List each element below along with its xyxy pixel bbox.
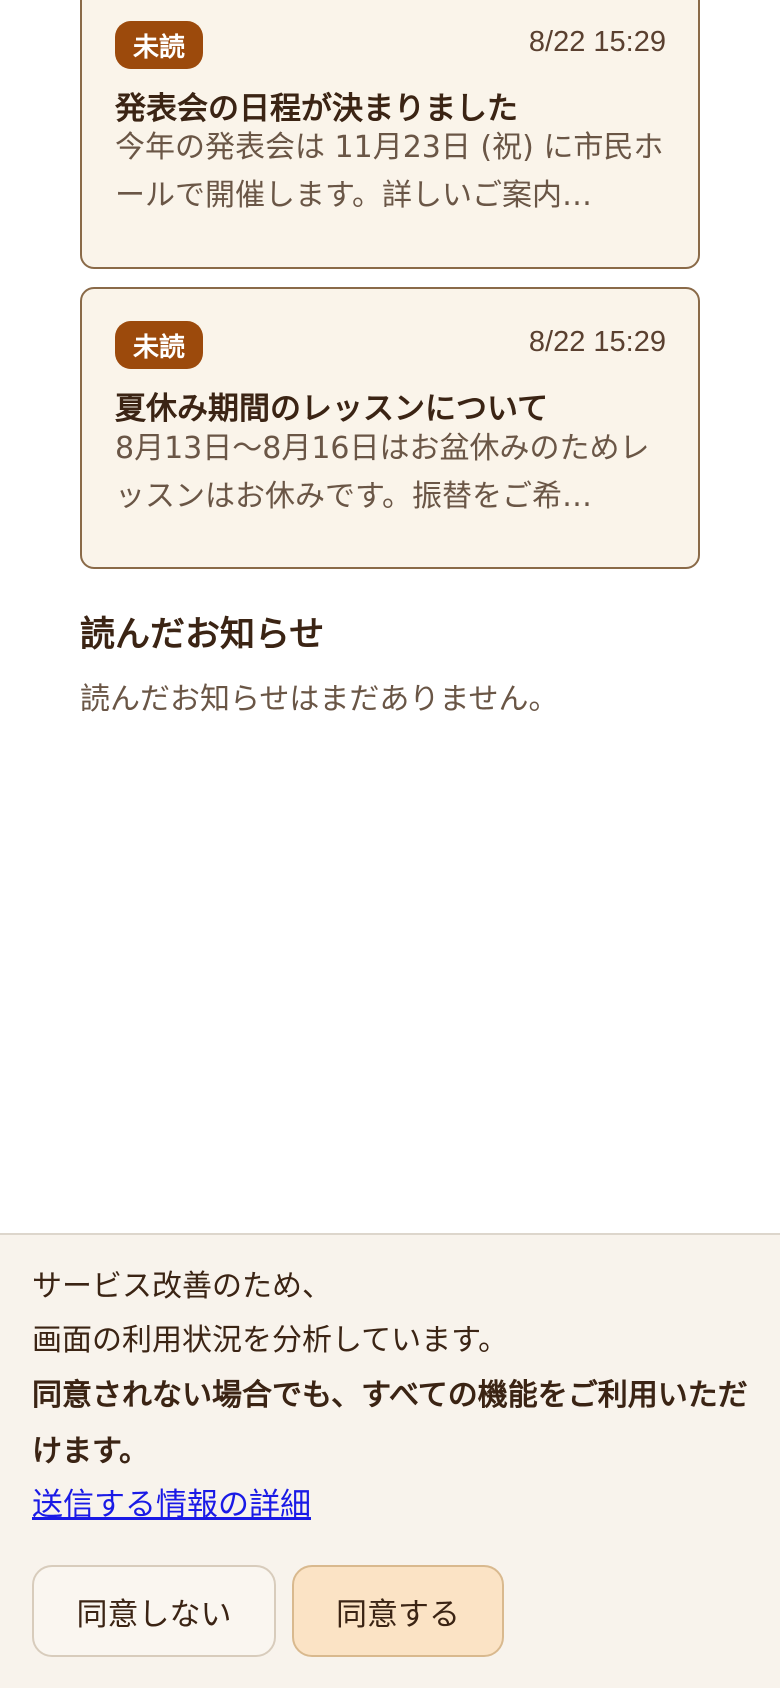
notice-preview: 8月13日〜8月16日はお盆休みのためレッスンはお休みです。振替をご希… <box>115 431 650 514</box>
unread-badge: 未読 <box>115 321 203 369</box>
notice-title: 夏休み期間のレッスンについて <box>115 391 549 427</box>
consent-details-link[interactable]: 送信する情報の詳細 <box>32 1478 311 1532</box>
analytics-consent-banner: サービス改善のため、 画面の利用状況を分析しています。 同意されない場合でも、す… <box>0 1233 780 1688</box>
agree-button[interactable]: 同意する <box>292 1565 504 1657</box>
consent-text-line: サービス改善のため、 <box>32 1269 332 1304</box>
notice-page: 未読 8/22 15:29 発表会の日程が決まりました 今年の発表会は 11月2… <box>0 0 780 1688</box>
notice-card[interactable]: 未読 8/22 15:29 夏休み期間のレッスンについて 8月13日〜8月16日… <box>80 287 700 569</box>
decline-button[interactable]: 同意しない <box>32 1565 276 1657</box>
read-notices-heading: 読んだお知らせ <box>80 615 325 655</box>
notice-timestamp: 8/22 15:29 <box>528 326 666 358</box>
read-notices-empty-message: 読んだお知らせはまだありません。 <box>80 682 559 717</box>
consent-text-line: 画面の利用状況を分析しています。 <box>32 1323 509 1358</box>
consent-note: 同意されない場合でも、すべての機能をご利用いただけます。 <box>32 1378 748 1469</box>
notice-preview: 今年の発表会は 11月23日 (祝) に市民ホールで開催します。詳しいご案内… <box>115 130 664 213</box>
notice-title: 発表会の日程が決まりました <box>115 91 518 127</box>
notice-timestamp: 8/22 15:29 <box>528 26 666 58</box>
notice-card[interactable]: 未読 8/22 15:29 発表会の日程が決まりました 今年の発表会は 11月2… <box>80 0 700 269</box>
unread-badge: 未読 <box>115 21 203 69</box>
